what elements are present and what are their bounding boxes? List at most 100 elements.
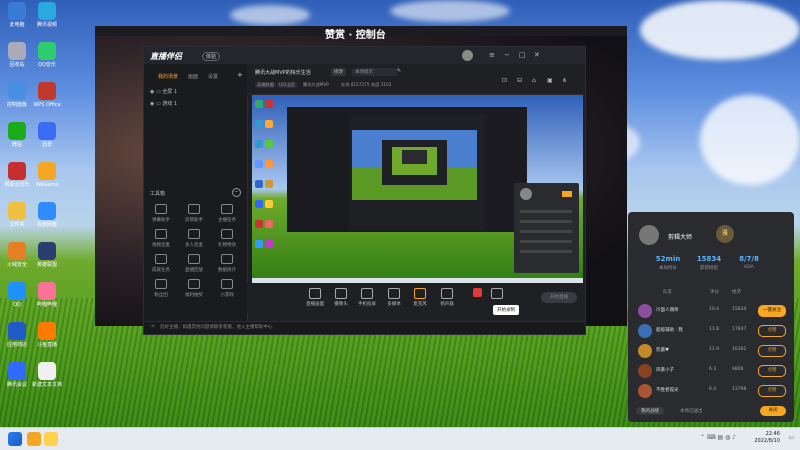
status-text: 您好主播，如遇其他问题请联系客服，进入主播帮助中心 xyxy=(160,325,273,330)
desktop-icon[interactable]: 火绒安全 xyxy=(0,242,34,268)
tab-settings[interactable]: 设置 xyxy=(208,73,218,80)
app-icon xyxy=(8,162,26,180)
like-button[interactable]: 点赞 xyxy=(758,385,786,397)
stat-value: 15834 xyxy=(696,255,722,263)
control-4[interactable]: 多媒体 xyxy=(383,288,405,307)
like-button[interactable]: 点赞 xyxy=(758,345,786,357)
share-icon[interactable]: ⋔ xyxy=(562,77,567,84)
menu-icon[interactable]: ≡ xyxy=(489,51,495,59)
control-label: 摄像头 xyxy=(334,302,348,307)
player-row: 超级辅助 · 我 11.8 17847 点赞 xyxy=(636,323,786,339)
notice-field[interactable]: 本场提示 xyxy=(352,68,398,76)
desktop-icon[interactable]: QQ xyxy=(0,282,34,308)
desktop-icon[interactable]: 网易云音乐 xyxy=(0,162,34,188)
desktop-icon[interactable]: WPS Office xyxy=(30,82,64,108)
gift-icon[interactable]: ⊡ xyxy=(502,77,507,84)
tab-canvas[interactable]: 画面 xyxy=(188,73,198,80)
like-button[interactable]: 点赞 xyxy=(758,325,786,337)
tool-label: 房管助手 xyxy=(185,218,203,223)
tab-scenes[interactable]: 我的场景 xyxy=(158,73,178,80)
start-stream-button[interactable]: 开始直播 xyxy=(541,292,577,303)
desktop-icon[interactable]: 此电脑 xyxy=(0,2,34,28)
sent-label: 本场已送出 xyxy=(680,409,703,414)
control-1[interactable]: 直播画面 xyxy=(304,288,326,307)
like-button[interactable]: 点赞 xyxy=(758,365,786,377)
edit-icon[interactable]: ✎ xyxy=(397,68,401,74)
desktop-icon[interactable]: 微信 xyxy=(0,122,34,148)
tray-icons[interactable]: ⌃ ⌨ ▤ ◍ ♪ xyxy=(700,434,736,441)
tool-label: 成就任务 xyxy=(152,268,170,273)
app-icon xyxy=(8,42,26,60)
desktop-icon[interactable]: 文件夹 xyxy=(0,202,34,228)
desktop-icon[interactable]: 斗鱼直播 xyxy=(30,322,64,348)
user-avatar[interactable] xyxy=(462,50,473,61)
tool-item[interactable]: 直播回放 xyxy=(179,254,209,273)
tool-item[interactable]: 数据统计 xyxy=(212,254,242,273)
close-icon[interactable]: ✕ xyxy=(534,51,540,59)
player-row-avatar xyxy=(638,364,652,378)
player-row-avatar xyxy=(638,324,652,338)
tool-item[interactable]: 小游戏 xyxy=(212,279,242,298)
tool-item[interactable]: 弹幕助手 xyxy=(146,204,176,223)
desktop-icon[interactable]: QQ音乐 xyxy=(30,42,64,68)
tool-item[interactable]: 粉丝团 xyxy=(146,279,176,298)
scene-item-1[interactable]: ◉ ▭ 全屏 1 xyxy=(150,88,177,95)
tool-item[interactable]: 多人连麦 xyxy=(179,229,209,248)
tool-icon xyxy=(188,279,200,289)
desktop-icon[interactable]: 百度网盘 xyxy=(30,202,64,228)
desktop-icon[interactable]: WeGame xyxy=(30,162,64,188)
tool-icon xyxy=(221,279,233,289)
task-view-icon[interactable] xyxy=(27,432,41,446)
room-tag[interactable]: 英雄联盟 xyxy=(255,82,276,88)
maximize-icon[interactable]: □ xyxy=(519,51,526,59)
tool-item[interactable]: 福利抽奖 xyxy=(179,279,209,298)
desktop-icon[interactable]: 应用商店 xyxy=(0,322,34,348)
follow-button[interactable]: 一键关注 xyxy=(758,305,786,317)
player-name: 剪辑大师 xyxy=(668,234,693,241)
desktop-icon[interactable]: 腾讯会议 xyxy=(0,362,34,388)
edit-title-button[interactable]: 修改 xyxy=(331,68,346,76)
control-3[interactable]: 手机投屏 xyxy=(356,288,378,307)
desktop-icon[interactable]: 新建文本文档 xyxy=(30,362,64,388)
desktop-icon[interactable]: 回收站 xyxy=(0,42,34,68)
player-row-score: 6.3 xyxy=(709,367,717,372)
control-label: 多媒体 xyxy=(387,302,401,307)
stat-item: 52min 本局时长 xyxy=(648,255,688,271)
player-row-score: 11.8 xyxy=(709,327,720,332)
app-taskbar-icon[interactable] xyxy=(44,432,58,446)
stat-item: 15834 获得经验 xyxy=(689,255,729,271)
tool-item[interactable]: 主播任务 xyxy=(212,204,242,223)
desktop-icon[interactable]: 哔哩哔哩 xyxy=(30,282,64,308)
start-icon[interactable] xyxy=(8,432,22,446)
home-icon[interactable]: ⌂ xyxy=(532,77,536,84)
version-badge[interactable]: 体验 xyxy=(202,52,221,61)
player-row-name: 超级辅助 · 我 xyxy=(656,328,683,333)
stream-preview[interactable] xyxy=(252,95,583,283)
close-panel-button[interactable]: 关闭 xyxy=(760,406,786,416)
scene-item-2[interactable]: ◉ ▭ 游戏 1 xyxy=(150,100,177,107)
desktop-icon[interactable]: 迅雷 xyxy=(30,122,64,148)
player-row-score: 10.4 xyxy=(709,307,720,312)
control-2[interactable]: 摄像头 xyxy=(330,288,352,307)
control-5[interactable]: 麦克风 xyxy=(409,288,431,307)
shop-icon[interactable]: ⊟ xyxy=(517,77,522,84)
tool-item[interactable]: 成就任务 xyxy=(146,254,176,273)
tool-icon xyxy=(155,279,167,289)
desktop-icon[interactable]: 控制面板 xyxy=(0,82,34,108)
collapse-icon[interactable]: − xyxy=(232,188,241,197)
screen-icon[interactable]: ▣ xyxy=(547,77,553,84)
control-6[interactable]: 扬声器 xyxy=(436,288,458,307)
tool-item[interactable]: 礼物特效 xyxy=(212,229,242,248)
app-logo: 直播伴侣 xyxy=(150,52,182,61)
desktop-icon[interactable]: 腾讯视频 xyxy=(30,2,64,28)
notification-icon[interactable]: ▭ xyxy=(788,434,794,441)
tool-item[interactable]: 视频连麦 xyxy=(146,229,176,248)
my-record-button[interactable]: 我的战绩 xyxy=(636,407,664,415)
clock[interactable]: 22:46 2022/8/10 xyxy=(754,431,780,445)
control-7[interactable]: 录制 xyxy=(466,288,488,305)
room-tag[interactable]: LOL全区 xyxy=(277,82,298,88)
add-scene-icon[interactable]: + xyxy=(237,71,243,79)
tool-item[interactable]: 房管助手 xyxy=(179,204,209,223)
desktop-icon[interactable]: 英雄联盟 xyxy=(30,242,64,268)
minimize-icon[interactable]: − xyxy=(504,51,510,59)
